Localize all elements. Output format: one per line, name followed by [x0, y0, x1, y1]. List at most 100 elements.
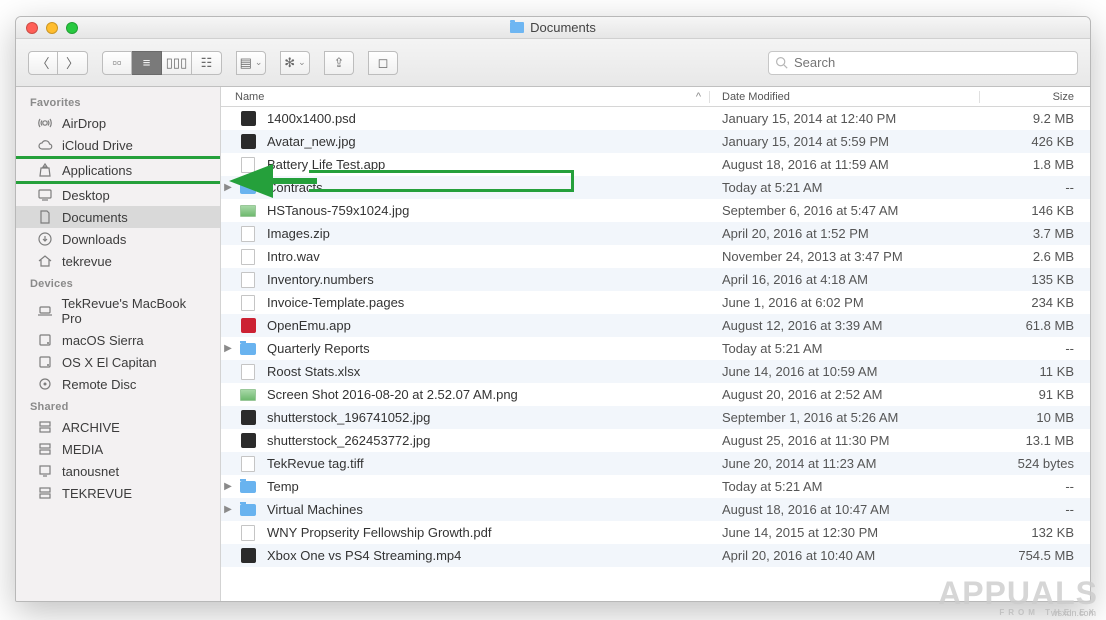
sidebar-item-icloud-drive[interactable]: iCloud Drive	[16, 134, 220, 156]
sidebar-item-applications[interactable]: Applications	[16, 156, 221, 184]
icon-view-button[interactable]: ▫▫	[102, 51, 132, 75]
search-input[interactable]	[794, 55, 1071, 70]
file-icon	[241, 295, 255, 311]
file-row[interactable]: OpenEmu.appAugust 12, 2016 at 3:39 AM61.…	[221, 314, 1090, 337]
file-icon	[241, 410, 256, 425]
toolbar: 〈 〉 ▫▫ ≡ ▯▯▯ ☷ ▤⌄ ✻⌄ ⇪ ◻	[16, 39, 1090, 87]
app-icon	[241, 318, 256, 333]
file-icon	[241, 456, 255, 472]
file-row[interactable]: ▶Virtual MachinesAugust 18, 2016 at 10:4…	[221, 498, 1090, 521]
folder-icon	[240, 343, 256, 355]
file-size: 524 bytes	[980, 456, 1090, 471]
file-row[interactable]: Avatar_new.jpgJanuary 15, 2014 at 5:59 P…	[221, 130, 1090, 153]
coverflow-view-button[interactable]: ☷	[192, 51, 222, 75]
sidebar-item-tekrevue[interactable]: tekrevue	[16, 250, 220, 272]
watermark-source: wsxdn.com	[1051, 608, 1096, 618]
traffic-lights	[16, 22, 78, 34]
back-button[interactable]: 〈	[28, 51, 58, 75]
file-date: June 1, 2016 at 6:02 PM	[710, 295, 980, 310]
action-button[interactable]: ✻⌄	[280, 51, 310, 75]
file-row[interactable]: ▶ContractsToday at 5:21 AM--	[221, 176, 1090, 199]
file-list: Name ^ Date Modified Size 1400x1400.psdJ…	[221, 87, 1090, 601]
file-icon	[241, 433, 256, 448]
file-row[interactable]: Images.zipApril 20, 2016 at 1:52 PM3.7 M…	[221, 222, 1090, 245]
folder-icon	[510, 22, 524, 33]
file-size: 132 KB	[980, 525, 1090, 540]
sidebar-item-media[interactable]: MEDIA	[16, 438, 220, 460]
sidebar-item-tanousnet[interactable]: tanousnet	[16, 460, 220, 482]
file-name: Avatar_new.jpg	[267, 134, 356, 149]
file-date: April 20, 2016 at 10:40 AM	[710, 548, 980, 563]
file-row[interactable]: TekRevue tag.tiffJune 20, 2014 at 11:23 …	[221, 452, 1090, 475]
forward-button[interactable]: 〉	[58, 51, 88, 75]
file-row[interactable]: shutterstock_262453772.jpgAugust 25, 201…	[221, 429, 1090, 452]
nav-buttons: 〈 〉	[28, 51, 88, 75]
disclosure-triangle-icon[interactable]: ▶	[221, 481, 235, 492]
file-name: Temp	[267, 479, 299, 494]
file-row[interactable]: WNY Propserity Fellowship Growth.pdfJune…	[221, 521, 1090, 544]
close-button[interactable]	[26, 22, 38, 34]
sort-indicator-icon: ^	[696, 91, 709, 103]
file-date: September 1, 2016 at 5:26 AM	[710, 410, 980, 425]
sidebar-item-label: Downloads	[62, 232, 126, 247]
file-row[interactable]: Invoice-Template.pages June 1, 2016 at 6:…	[221, 291, 1090, 314]
file-name: Invoice-Template.pages	[267, 295, 404, 310]
zoom-button[interactable]	[66, 22, 78, 34]
title-bar: Documents	[16, 17, 1090, 39]
file-icon	[241, 226, 255, 242]
file-name: Intro.wav	[267, 249, 320, 264]
file-size: 91 KB	[980, 387, 1090, 402]
file-size: --	[980, 180, 1090, 195]
file-size: 11 KB	[980, 364, 1090, 379]
column-date[interactable]: Date Modified	[710, 91, 980, 103]
file-date: August 25, 2016 at 11:30 PM	[710, 433, 980, 448]
sidebar-item-label: Applications	[62, 163, 132, 178]
file-date: June 20, 2014 at 11:23 AM	[710, 456, 980, 471]
file-row[interactable]: Xbox One vs PS4 Streaming.mp4April 20, 2…	[221, 544, 1090, 567]
file-row[interactable]: Screen Shot 2016-08-20 at 2.52.07 AM.png…	[221, 383, 1090, 406]
disclosure-triangle-icon[interactable]: ▶	[221, 182, 235, 193]
sidebar-item-desktop[interactable]: Desktop	[16, 184, 220, 206]
column-size[interactable]: Size	[980, 91, 1090, 103]
sidebar-item-documents[interactable]: Documents	[16, 206, 220, 228]
sidebar-item-remote-disc[interactable]: Remote Disc	[16, 373, 220, 395]
file-row[interactable]: Intro.wavNovember 24, 2013 at 3:47 PM2.6…	[221, 245, 1090, 268]
column-name[interactable]: Name ^	[221, 91, 710, 103]
minimize-button[interactable]	[46, 22, 58, 34]
file-row[interactable]: 1400x1400.psdJanuary 15, 2014 at 12:40 P…	[221, 107, 1090, 130]
sidebar-item-downloads[interactable]: Downloads	[16, 228, 220, 250]
disk-icon	[36, 354, 54, 370]
finder-window: Documents 〈 〉 ▫▫ ≡ ▯▯▯ ☷ ▤⌄ ✻⌄ ⇪ ◻	[15, 16, 1091, 602]
sidebar-item-tekrevue[interactable]: TEKREVUE	[16, 482, 220, 504]
list-view-button[interactable]: ≡	[132, 51, 162, 75]
sidebar-item-tekrevue-s-macbook-pro[interactable]: TekRevue's MacBook Pro	[16, 293, 220, 329]
file-size: --	[980, 479, 1090, 494]
file-row[interactable]: shutterstock_196741052.jpgSeptember 1, 2…	[221, 406, 1090, 429]
tags-button[interactable]: ◻	[368, 51, 398, 75]
sidebar-item-macos-sierra[interactable]: macOS Sierra	[16, 329, 220, 351]
file-date: Today at 5:21 AM	[710, 479, 980, 494]
file-row[interactable]: ▶Quarterly ReportsToday at 5:21 AM--	[221, 337, 1090, 360]
file-row[interactable]: HSTanous-759x1024.jpgSeptember 6, 2016 a…	[221, 199, 1090, 222]
sidebar-item-label: AirDrop	[62, 116, 106, 131]
file-row[interactable]: Roost Stats.xlsxJune 14, 2016 at 10:59 A…	[221, 360, 1090, 383]
file-date: Today at 5:21 AM	[710, 180, 980, 195]
disclosure-triangle-icon[interactable]: ▶	[221, 504, 235, 515]
disclosure-triangle-icon[interactable]: ▶	[221, 343, 235, 354]
file-icon	[241, 364, 255, 380]
file-size: --	[980, 502, 1090, 517]
serverpc-icon	[36, 463, 54, 479]
file-name: Quarterly Reports	[267, 341, 370, 356]
file-row[interactable]: Inventory.numbersApril 16, 2016 at 4:18 …	[221, 268, 1090, 291]
file-row[interactable]: ▶ Temp Today at 5:21 AM--	[221, 475, 1090, 498]
sidebar-item-label: iCloud Drive	[62, 138, 133, 153]
file-row[interactable]: Battery Life Test.appAugust 18, 2016 at …	[221, 153, 1090, 176]
arrange-button[interactable]: ▤⌄	[236, 51, 266, 75]
share-button[interactable]: ⇪	[324, 51, 354, 75]
sidebar-item-os-x-el-capitan[interactable]: OS X El Capitan	[16, 351, 220, 373]
search-field[interactable]	[768, 51, 1078, 75]
sidebar-item-archive[interactable]: ARCHIVE	[16, 416, 220, 438]
sidebar-item-airdrop[interactable]: AirDrop	[16, 112, 220, 134]
file-date: June 14, 2015 at 12:30 PM	[710, 525, 980, 540]
column-view-button[interactable]: ▯▯▯	[162, 51, 192, 75]
